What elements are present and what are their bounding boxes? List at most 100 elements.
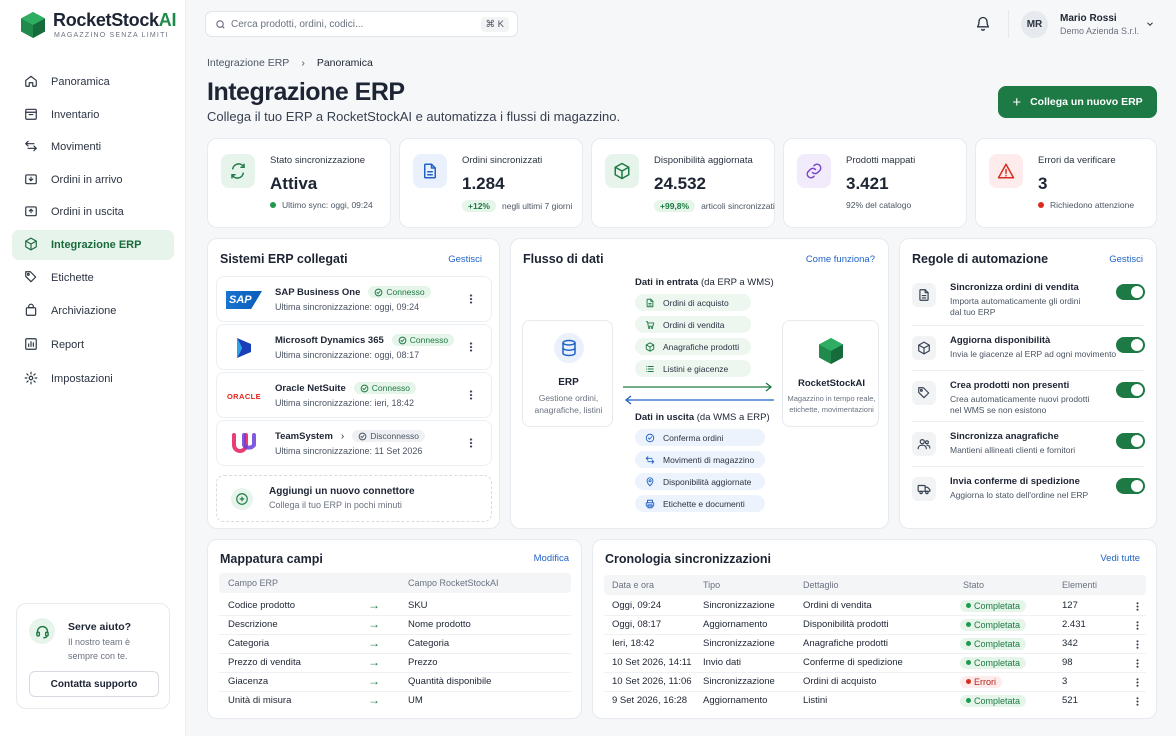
search-bar[interactable]: Cerca prodotti, ordini, codici... ⌘ K bbox=[205, 11, 518, 37]
kpi-value: Attiva bbox=[270, 174, 318, 193]
more-options-icon[interactable] bbox=[1132, 639, 1143, 653]
rule-toggle[interactable] bbox=[1116, 478, 1145, 494]
user-company: Demo Azienda S.r.l. bbox=[1060, 26, 1140, 36]
sidebar-item-integrazione-erp[interactable]: Integrazione ERP bbox=[12, 230, 174, 260]
history-row: Oggi, 08:17 Aggiornamento Disponibilità pr… bbox=[604, 616, 1146, 635]
wms-box-title: RocketStockAI bbox=[797, 378, 866, 389]
mapping-wms-field: Nome prodotto bbox=[408, 619, 471, 630]
sidebar-item-etichette[interactable]: Etichette bbox=[12, 263, 174, 293]
erp-systems-card: Sistemi ERP collegati Gestisci Aggiungi … bbox=[207, 238, 500, 529]
search-icon bbox=[216, 20, 225, 29]
add-connector-button[interactable]: Aggiungi un nuovo connettore Collega il … bbox=[216, 475, 492, 522]
how-it-works-link[interactable]: Come funziona? bbox=[806, 254, 875, 265]
erp-item[interactable]: TeamSystem › Disconnesso Ultima sincronizza… bbox=[216, 420, 492, 466]
arrow-right-icon: → bbox=[368, 636, 380, 650]
more-options-icon[interactable] bbox=[465, 293, 477, 308]
chevron-down-icon[interactable] bbox=[1145, 19, 1155, 29]
database-icon bbox=[554, 333, 584, 363]
contact-support-button[interactable]: Contatta supporto bbox=[29, 671, 159, 697]
sidebar-item-movimenti[interactable]: Movimenti bbox=[12, 132, 174, 162]
erp-item[interactable]: ORACLE Oracle NetSuite Connesso Ultima sinc… bbox=[216, 372, 492, 418]
erp-manage-link[interactable]: Gestisci bbox=[448, 254, 482, 265]
more-options-icon[interactable] bbox=[465, 389, 477, 404]
history-type: Sincronizzazione bbox=[703, 600, 775, 611]
rule-desc: Mantieni allineati clienti e fornitori bbox=[950, 445, 1076, 455]
more-options-icon[interactable] bbox=[465, 437, 477, 452]
box-icon bbox=[912, 336, 936, 360]
more-options-icon[interactable] bbox=[1132, 658, 1143, 672]
erp-item[interactable]: SAP SAP Business One Connesso Ultima sincro… bbox=[216, 276, 492, 322]
search-input[interactable]: Cerca prodotti, ordini, codici... bbox=[231, 19, 363, 30]
kpi-label: Disponibilità aggiornata bbox=[654, 155, 753, 166]
outbound-title: Dati in uscita (da WMS a ERP) bbox=[635, 412, 770, 423]
rule-toggle[interactable] bbox=[1116, 284, 1145, 300]
sidebar-item-inventario[interactable]: Inventario bbox=[12, 100, 174, 130]
breadcrumb-parent[interactable]: Integrazione ERP bbox=[207, 57, 289, 69]
more-options-icon[interactable] bbox=[465, 341, 477, 356]
sidebar-item-archiviazione[interactable]: Archiviazione bbox=[12, 296, 174, 326]
kpi-note: articoli sincronizzati bbox=[701, 201, 775, 211]
inbound-icon bbox=[24, 172, 38, 189]
erp-systems-title: Sistemi ERP collegati bbox=[220, 252, 348, 266]
history-detail: Conferme di spedizione bbox=[803, 657, 903, 668]
help-text-1: Il nostro team è bbox=[68, 637, 131, 647]
brand-name: RocketStockAI bbox=[53, 10, 177, 30]
arrow-right-icon: → bbox=[368, 617, 380, 631]
more-options-icon[interactable] bbox=[1132, 601, 1143, 615]
breadcrumb-current: Panoramica bbox=[316, 57, 373, 69]
more-options-icon[interactable] bbox=[1132, 620, 1143, 634]
rule-toggle[interactable] bbox=[1116, 337, 1145, 353]
inbound-item: Listini e giacenze bbox=[635, 360, 751, 377]
kpi-note: negli ultimi 7 giorni bbox=[501, 201, 573, 211]
more-options-icon[interactable] bbox=[1132, 696, 1143, 710]
more-options-icon[interactable] bbox=[1132, 677, 1143, 691]
connection-status-badge: Connesso bbox=[353, 382, 417, 394]
arrow-right-icon: → bbox=[368, 655, 380, 669]
swap-icon bbox=[645, 455, 655, 465]
mapping-edit-link[interactable]: Modifica bbox=[534, 553, 569, 564]
rules-manage-link[interactable]: Gestisci bbox=[1109, 254, 1143, 265]
avatar[interactable]: MR bbox=[1021, 11, 1048, 38]
kpi-card-0: Stato sincronizzazione Attiva Ultimo sync:… bbox=[207, 138, 391, 228]
history-row: Ieri, 18:42 Sincronizzazione Anagrafiche p… bbox=[604, 635, 1146, 654]
sidebar-item-report[interactable]: Report bbox=[12, 330, 174, 360]
rule-toggle[interactable] bbox=[1116, 382, 1145, 398]
history-status-badge: Completata bbox=[960, 618, 1027, 631]
inbound-item: Ordini di vendita bbox=[635, 316, 751, 333]
tag-icon bbox=[24, 270, 38, 287]
mapping-erp-field: Codice prodotto bbox=[228, 600, 296, 611]
mapping-wms-field: Prezzo bbox=[408, 657, 438, 668]
kpi-note: Ultimo sync: oggi, 09:24 bbox=[282, 200, 373, 210]
mapping-row: Prezzo di vendita → Prezzo bbox=[219, 654, 571, 673]
kpi-value: 24.532 bbox=[654, 174, 706, 193]
sidebar-item-ordini-in-uscita[interactable]: Ordini in uscita bbox=[12, 197, 174, 227]
divider bbox=[912, 370, 1144, 371]
divider bbox=[912, 421, 1144, 422]
history-header-cell: Dettaglio bbox=[803, 580, 839, 590]
document-icon bbox=[645, 298, 655, 308]
view-all-link[interactable]: Vedi tutte bbox=[1100, 553, 1140, 564]
add-connector-subtitle: Collega il tuo ERP in pochi minuti bbox=[269, 500, 402, 510]
sidebar-item-ordini-in-arrivo[interactable]: Ordini in arrivo bbox=[12, 165, 174, 195]
sidebar-item-panoramica[interactable]: Panoramica bbox=[12, 67, 174, 97]
automation-rules-card: Regole di automazione Gestisci Sincroniz… bbox=[899, 238, 1157, 529]
kpi-label: Stato sincronizzazione bbox=[270, 155, 366, 166]
sync-history-card: Cronologia sincronizzazioni Vedi tutte D… bbox=[592, 539, 1157, 719]
arrow-right-icon: → bbox=[368, 693, 380, 707]
swap-icon bbox=[24, 139, 38, 156]
kpi-value: 1.284 bbox=[462, 174, 505, 193]
chevron-right-icon: › bbox=[340, 430, 345, 442]
bell-icon[interactable] bbox=[975, 15, 991, 32]
inbound-item: Ordini di acquisto bbox=[635, 294, 751, 311]
gear-icon bbox=[24, 371, 38, 388]
history-header-cell: Data e ora bbox=[612, 580, 655, 590]
kpi-badge: +99,8% bbox=[654, 200, 696, 212]
users-icon bbox=[912, 432, 936, 456]
page-title: Integrazione ERP bbox=[207, 78, 405, 106]
rule-toggle[interactable] bbox=[1116, 433, 1145, 449]
erp-item[interactable]: Microsoft Dynamics 365 Connesso Ultima sin… bbox=[216, 324, 492, 370]
kpi-label: Errori da verificare bbox=[1038, 155, 1116, 166]
connect-erp-button[interactable]: + Collega un nuovo ERP bbox=[998, 86, 1157, 118]
sidebar-item-impostazioni[interactable]: Impostazioni bbox=[12, 364, 174, 394]
kpi-card-2: Disponibilità aggiornata 24.532 +99,8% arti… bbox=[591, 138, 775, 228]
